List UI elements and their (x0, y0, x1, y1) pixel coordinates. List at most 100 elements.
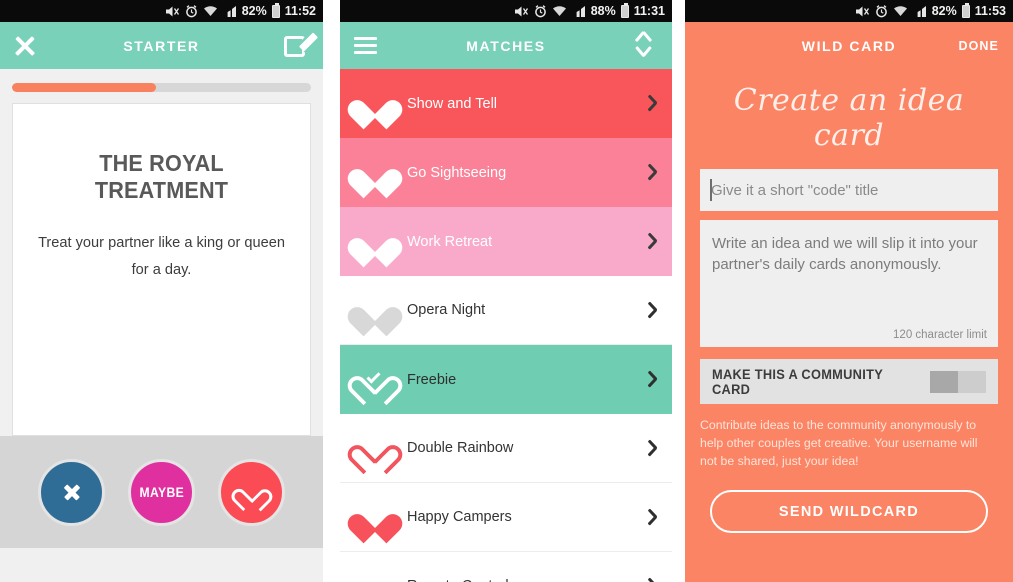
clock-label: 11:52 (284, 3, 316, 18)
wifi-icon (203, 5, 217, 16)
chevron-right-icon (646, 509, 656, 526)
mute-icon (165, 6, 179, 16)
phone-screen-matches: 88% 11:31 MATCHES Show and Tell Go Sights… (340, 0, 672, 582)
community-card-toggle-row[interactable]: MAKE THIS A COMMUNITY CARD (700, 359, 998, 404)
battery-percent-label: 82% (931, 3, 957, 18)
status-bar-matches: 88% 11:31 (340, 0, 672, 22)
match-row[interactable]: Go Sightseeing (340, 138, 672, 207)
progress-bar-wrap (0, 69, 323, 103)
progress-track (12, 83, 311, 92)
done-button[interactable]: DONE (958, 39, 999, 53)
community-card-switch[interactable] (930, 370, 986, 393)
wifi-icon (552, 5, 566, 16)
mute-icon (855, 6, 869, 16)
heart-filled-icon (343, 226, 407, 268)
chevron-right-icon (646, 302, 656, 319)
community-note: Contribute ideas to the community anonym… (700, 418, 978, 468)
heart-outline-icon (343, 433, 407, 474)
code-title-input[interactable]: Give it a short "code" title (700, 169, 998, 211)
match-row-label: Show and Tell (407, 95, 498, 112)
wifi-icon (893, 5, 907, 16)
match-row-label: Work Retreat (407, 233, 493, 250)
heart-filled-icon (343, 502, 407, 543)
idea-textarea[interactable]: Write an idea and we will slip it into y… (700, 220, 998, 347)
screenshot-root: 82% 11:52 STARTER THE ROYAL TREATMENT Tr… (0, 0, 1013, 582)
battery-icon (271, 2, 280, 18)
hamburger-menu-icon[interactable] (354, 37, 377, 54)
wildcard-app-bar: WILD CARD DONE (685, 22, 1013, 69)
card-title: THE ROYAL TREATMENT (94, 150, 229, 203)
phone-screen-starter: 82% 11:52 STARTER THE ROYAL TREATMENT Tr… (0, 0, 323, 582)
signal-icon (917, 5, 926, 17)
matches-list[interactable]: Show and Tell Go Sightseeing Work Retreat O… (340, 69, 672, 582)
battery-icon (961, 2, 970, 18)
chevron-right-icon (646, 233, 656, 250)
battery-percent-label: 88% (590, 3, 616, 18)
matches-app-bar: MATCHES (340, 22, 672, 69)
mute-icon (514, 6, 528, 16)
send-wildcard-button[interactable]: SEND WILDCARD (710, 490, 988, 534)
match-row-label: Go Sightseeing (407, 164, 507, 181)
heart-outline-icon (343, 364, 407, 406)
character-limit-label: 120 character limit (893, 329, 987, 341)
nope-button[interactable] (38, 458, 105, 526)
text-caret (710, 179, 712, 201)
alarm-icon (185, 4, 197, 17)
switch-knob (930, 370, 959, 393)
close-x-icon (64, 484, 80, 500)
maybe-button-label: MAYBE (139, 484, 184, 500)
sort-updown-icon[interactable] (633, 32, 657, 59)
starter-app-bar: STARTER (0, 22, 323, 69)
match-row[interactable]: Opera Night (340, 276, 672, 345)
heart-filled-icon (343, 571, 407, 582)
phone-screen-wildcard: 82% 11:53 WILD CARD DONE Create an idea … (685, 0, 1013, 582)
close-icon[interactable] (14, 35, 36, 57)
chevron-right-icon (646, 164, 656, 181)
panel-gap-1 (323, 0, 340, 582)
match-row[interactable]: Double Rainbow (340, 414, 672, 483)
match-row-label: Happy Campers (407, 509, 512, 525)
signal-icon (576, 5, 585, 17)
battery-percent-label: 82% (241, 3, 267, 18)
chevron-right-icon (646, 578, 656, 582)
match-row-label: Opera Night (407, 302, 486, 318)
status-bar-starter: 82% 11:52 (0, 0, 323, 22)
page-title: STARTER (123, 37, 200, 54)
chevron-right-icon (646, 371, 656, 388)
alarm-icon (875, 4, 887, 17)
match-row-label: Remote Control (407, 578, 509, 582)
match-row[interactable]: Happy Campers (340, 483, 672, 552)
wildcard-script-title: Create an idea card (733, 83, 965, 153)
progress-fill (12, 83, 156, 92)
maybe-button[interactable]: MAYBE (128, 458, 195, 526)
card-description: Treat your partner like a king or queen … (38, 235, 285, 278)
idea-card[interactable]: THE ROYAL TREATMENT Treat your partner l… (12, 103, 311, 436)
wildcard-body: Create an idea card Give it a short "cod… (685, 69, 1013, 582)
status-bar-wildcard: 82% 11:53 (685, 0, 1013, 22)
starter-body: THE ROYAL TREATMENT Treat your partner l… (0, 69, 323, 582)
idea-textarea-placeholder: Write an idea and we will slip it into y… (712, 235, 978, 274)
like-button[interactable] (218, 458, 285, 526)
chevron-right-icon (646, 440, 656, 457)
community-card-label: MAKE THIS A COMMUNITY CARD (712, 366, 883, 397)
heart-filled-icon (343, 88, 407, 130)
heart-filled-icon (343, 157, 407, 199)
match-row-label: Freebie (407, 371, 457, 388)
match-row[interactable]: Remote Control (340, 552, 672, 582)
match-row[interactable]: Freebie (340, 345, 672, 414)
code-title-placeholder: Give it a short "code" title (711, 181, 879, 199)
panel-gap-2 (672, 0, 685, 582)
chevron-right-icon (646, 95, 656, 112)
compose-icon[interactable] (284, 32, 319, 58)
alarm-icon (534, 4, 546, 17)
signal-icon (227, 5, 236, 17)
match-row[interactable]: Work Retreat (340, 207, 672, 276)
clock-label: 11:31 (633, 3, 665, 18)
page-title: MATCHES (466, 37, 546, 54)
match-row[interactable]: Show and Tell (340, 69, 672, 138)
battery-icon (620, 2, 629, 18)
clock-label: 11:53 (974, 3, 1006, 18)
heart-filled-icon (343, 295, 407, 336)
card-actions-bar: MAYBE (0, 436, 323, 548)
heart-outline-icon (227, 480, 276, 512)
